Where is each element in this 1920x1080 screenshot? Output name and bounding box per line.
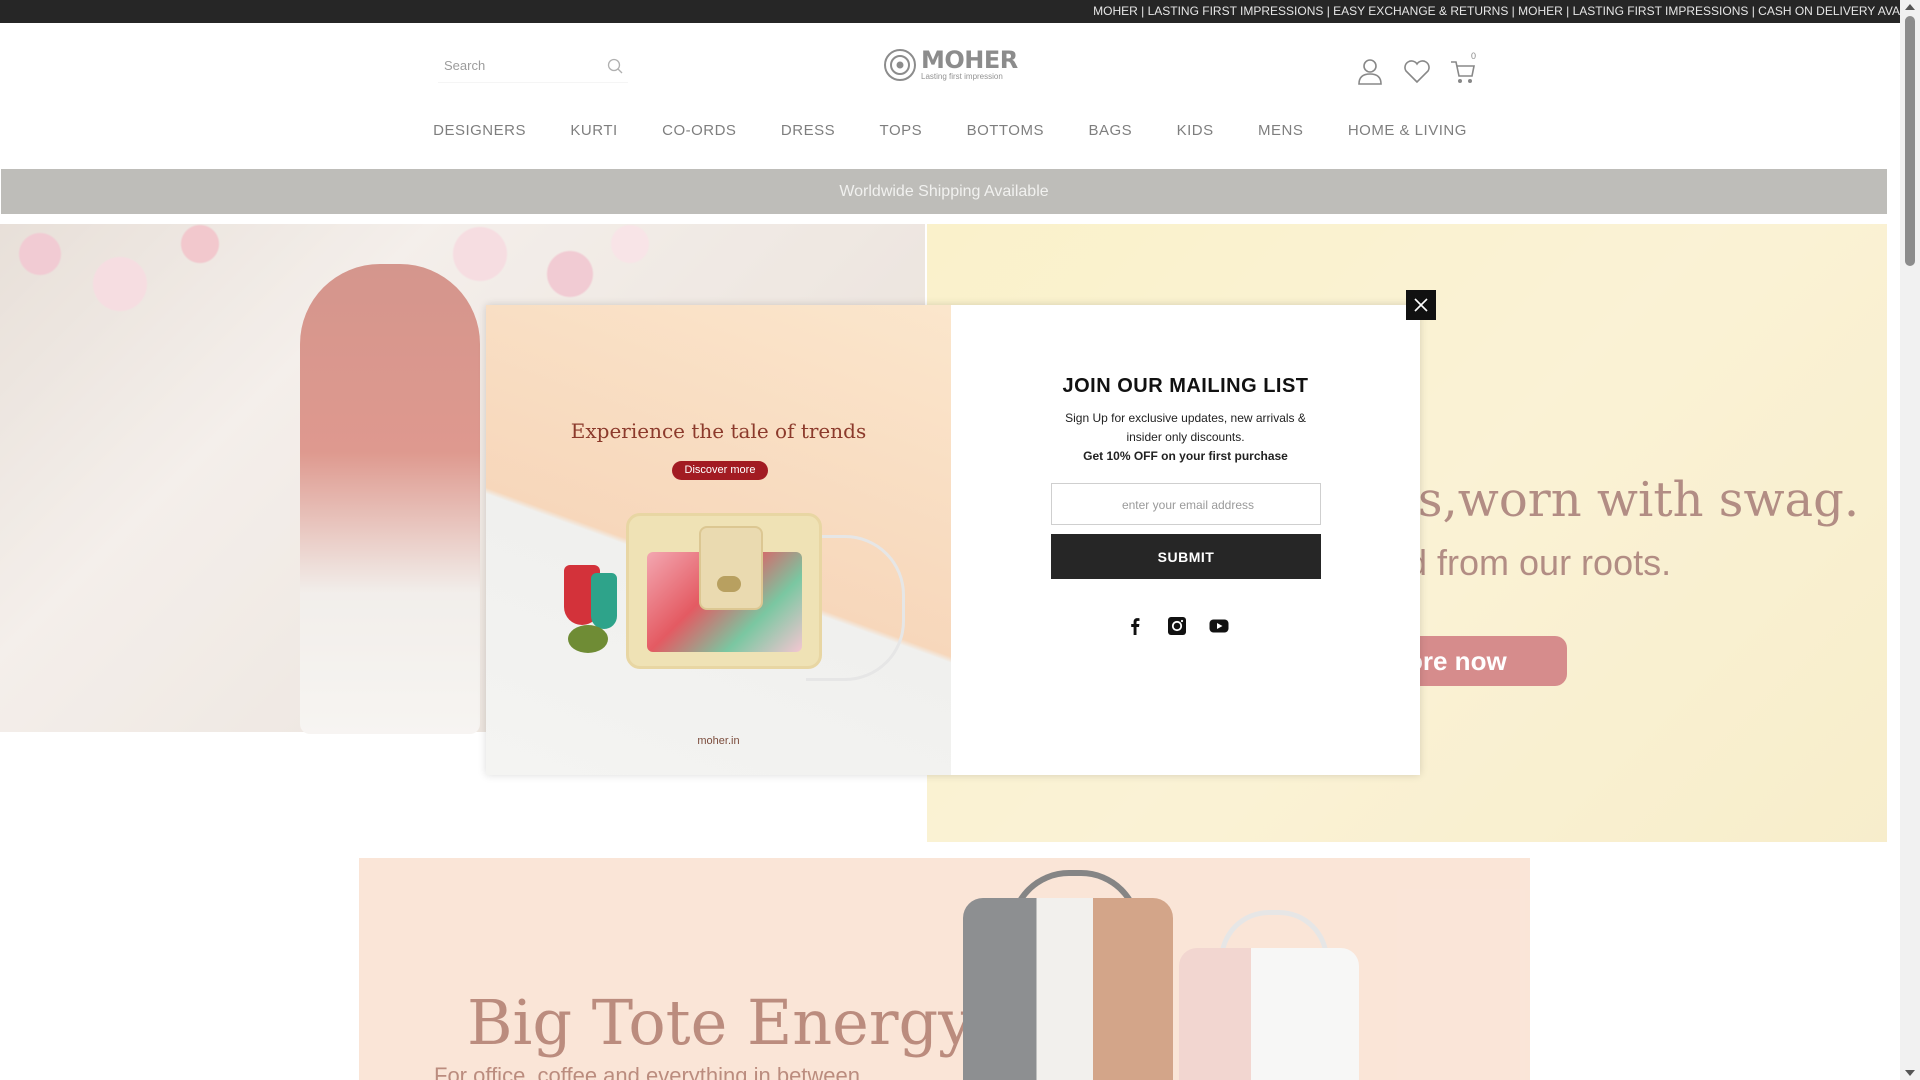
scrollbar-thumb[interactable] [1905, 16, 1915, 266]
youtube-icon[interactable] [1208, 615, 1230, 637]
tassel-green [568, 625, 608, 653]
announcement-bar: MOHER | LASTING FIRST IMPRESSIONS | EASY… [0, 0, 1900, 23]
popup-description-block: Sign Up for exclusive updates, new arriv… [951, 409, 1420, 466]
close-icon [1414, 298, 1428, 312]
email-field[interactable] [1052, 484, 1324, 526]
page-scrollbar[interactable] [1900, 0, 1920, 1080]
discover-more-button[interactable]: Discover more [672, 461, 768, 480]
close-popup-button[interactable] [1406, 290, 1436, 320]
tassel-teal [591, 573, 617, 629]
submit-button[interactable]: SUBMIT [1051, 534, 1321, 579]
scroll-up-arrow-icon[interactable] [1905, 4, 1915, 10]
popup-promo-image: Experience the tale of trends Discover m… [486, 305, 951, 775]
instagram-icon[interactable] [1166, 615, 1188, 637]
promo-url: moher.in [697, 735, 740, 747]
email-field-wrapper [1051, 483, 1324, 526]
popup-title: JOIN OUR MAILING LIST [1062, 375, 1309, 397]
newsletter-popup: Experience the tale of trends Discover m… [486, 305, 1420, 775]
popup-description: Sign Up for exclusive updates, new arriv… [1065, 411, 1306, 444]
facebook-icon[interactable] [1124, 615, 1146, 637]
purse-lock-icon [717, 576, 741, 592]
announcement-text: MOHER | LASTING FIRST IMPRESSIONS | EASY… [1093, 4, 1900, 18]
promo-heading: Experience the tale of trends [570, 419, 867, 443]
purse-image [626, 513, 822, 669]
purse-flap [699, 526, 763, 610]
social-links [1124, 615, 1254, 637]
popup-offer: Get 10% OFF on your first purchase [1083, 449, 1288, 463]
scroll-down-arrow-icon[interactable] [1905, 1070, 1915, 1076]
